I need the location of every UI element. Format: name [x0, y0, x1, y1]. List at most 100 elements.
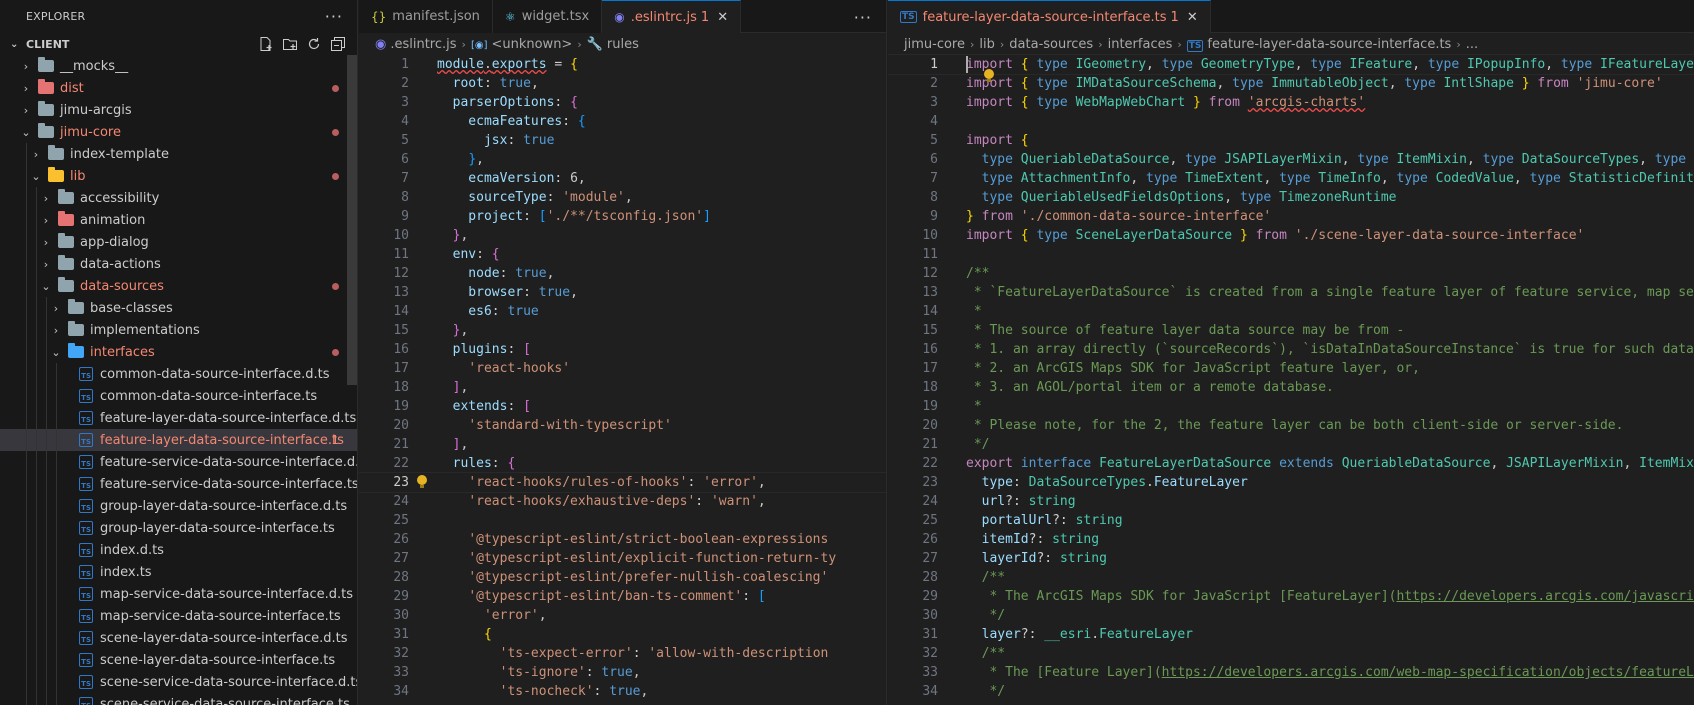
- line-number: 12: [922, 266, 938, 281]
- chevron-down-icon[interactable]: ⌄: [18, 126, 34, 139]
- tab--eslintrc-js[interactable]: ◉ .eslintrc.js 1 ✕: [602, 0, 742, 33]
- explorer-sidebar: EXPLORER ··· ⌄ CLIENT › __mocks__ › dist › ji…: [0, 0, 358, 705]
- new-file-icon[interactable]: [257, 35, 275, 53]
- gutter: [938, 302, 966, 321]
- lightbulb-icon[interactable]: [984, 69, 994, 83]
- tree-folder-item[interactable]: ⌄ lib: [0, 165, 357, 187]
- code-editor-left[interactable]: 1 module.exports = {2 root: true, 3 parser…: [359, 55, 886, 705]
- code-line: 1 module.exports = {: [359, 55, 886, 74]
- breadcrumb-item[interactable]: TS feature-layer-data-source-interface.ts: [1186, 37, 1451, 52]
- tree-file-item[interactable]: TS index.ts: [0, 561, 357, 583]
- code-token: {: [1020, 57, 1029, 72]
- breadcrumb-item[interactable]: ...: [1466, 37, 1478, 52]
- tree-file-item[interactable]: TS index.d.ts: [0, 539, 357, 561]
- breadcrumb-item[interactable]: interfaces: [1108, 37, 1173, 52]
- tab-widget-tsx[interactable]: ⚛ widget.tsx: [492, 0, 603, 33]
- tree-file-item[interactable]: TS common-data-source-interface.ts: [0, 385, 357, 407]
- code-token: layerId: [966, 551, 1037, 566]
- code-line: 14 es6: true: [359, 302, 886, 321]
- breadcrumb-item[interactable]: ◉ .eslintrc.js: [375, 37, 457, 52]
- tree-file-item[interactable]: TS map-service-data-source-interface.ts: [0, 605, 357, 627]
- tree-folder-item[interactable]: ⌄ jimu-core: [0, 121, 357, 143]
- breadcrumb-item[interactable]: lib: [979, 37, 994, 52]
- code-text: rules: {: [437, 454, 516, 473]
- tree-file-item[interactable]: TS scene-service-data-source-interface.ts: [0, 693, 357, 705]
- collapse-all-icon[interactable]: [329, 35, 347, 53]
- chevron-right-icon[interactable]: ›: [18, 82, 34, 95]
- chevron-right-icon[interactable]: ›: [48, 324, 64, 337]
- chevron-down-icon[interactable]: ⌄: [28, 170, 44, 183]
- code-token: type: [1036, 57, 1068, 72]
- code-editor-right[interactable]: 1 import { type IGeometry, type GeometryT…: [888, 54, 1694, 705]
- tree-file-item[interactable]: TS feature-service-data-source-interface.…: [0, 473, 357, 495]
- breadcrumb-item[interactable]: jimu-core: [904, 37, 965, 52]
- code-text: module.exports = {: [437, 55, 578, 74]
- tree-file-item[interactable]: TS scene-service-data-source-interface.d.…: [0, 671, 357, 693]
- chevron-right-icon[interactable]: ›: [38, 236, 54, 249]
- close-icon[interactable]: ✕: [717, 10, 728, 25]
- chevron-right-icon[interactable]: ›: [28, 148, 44, 161]
- tree-folder-item[interactable]: › base-classes: [0, 297, 357, 319]
- line-number: 25: [922, 513, 938, 528]
- gutter: [409, 245, 437, 264]
- code-line: 25 portalUrl?: string: [888, 511, 1694, 530]
- folder-icon: [68, 343, 84, 359]
- code-token: es6: [437, 304, 492, 319]
- tree-folder-item[interactable]: › dist: [0, 77, 357, 99]
- tree-folder-item[interactable]: › __mocks__: [0, 55, 357, 77]
- breadcrumb-item[interactable]: 🔧 rules: [587, 37, 639, 52]
- tree-file-item[interactable]: TS group-layer-data-source-interface.d.ts: [0, 495, 357, 517]
- tree-file-item[interactable]: TS group-layer-data-source-interface.ts: [0, 517, 357, 539]
- chevron-right-icon[interactable]: ›: [38, 214, 54, 227]
- gutter: [409, 625, 437, 644]
- chevron-down-icon[interactable]: ⌄: [38, 280, 54, 293]
- tree-folder-item[interactable]: › app-dialog: [0, 231, 357, 253]
- chevron-right-icon[interactable]: ›: [18, 104, 34, 117]
- tree-file-item[interactable]: TS feature-layer-data-source-interface.d.…: [0, 407, 357, 429]
- tree-folder-item[interactable]: › accessibility: [0, 187, 357, 209]
- tree-folder-item[interactable]: › data-actions: [0, 253, 357, 275]
- lightbulb-icon[interactable]: [417, 475, 427, 489]
- line-number: 7: [930, 171, 938, 186]
- tree-folder-item[interactable]: › jimu-arcgis: [0, 99, 357, 121]
- tree-file-item[interactable]: TS map-service-data-source-interface.d.ts: [0, 583, 357, 605]
- chevron-right-icon[interactable]: ›: [38, 258, 54, 271]
- tree-file-item[interactable]: TS feature-layer-data-source-interface.ts…: [0, 429, 357, 451]
- tree-file-item[interactable]: TS scene-layer-data-source-interface.d.ts: [0, 627, 357, 649]
- editor-more-icon[interactable]: ···: [854, 8, 872, 27]
- code-token: ,: [1263, 171, 1280, 186]
- tree-file-item[interactable]: TS feature-service-data-source-interface.…: [0, 451, 357, 473]
- new-folder-icon[interactable]: [281, 35, 299, 53]
- tree-folder-item[interactable]: › index-template: [0, 143, 357, 165]
- explorer-more-icon[interactable]: ···: [325, 7, 343, 26]
- tab-manifest-json[interactable]: {} manifest.json: [359, 0, 493, 33]
- breadcrumb-item[interactable]: data-sources: [1009, 37, 1093, 52]
- indent-guide: [36, 517, 37, 539]
- chevron-right-icon[interactable]: ›: [38, 192, 54, 205]
- code-token: string: [1075, 513, 1123, 528]
- code-line: 18 ],: [359, 378, 886, 397]
- tab-feature-layer-data-source-interface-ts[interactable]: TS feature-layer-data-source-interface.ts…: [888, 0, 1211, 33]
- tree-file-item[interactable]: TS common-data-source-interface.d.ts: [0, 363, 357, 385]
- tree-file-item[interactable]: TS scene-layer-data-source-interface.ts: [0, 649, 357, 671]
- sidebar-scrollbar[interactable]: [347, 55, 357, 385]
- workspace-section-header[interactable]: ⌄ CLIENT: [0, 33, 357, 55]
- refresh-icon[interactable]: [305, 35, 323, 53]
- close-icon[interactable]: ✕: [1187, 10, 1198, 25]
- breadcrumb-item[interactable]: [◉] <unknown>: [471, 37, 572, 52]
- chevron-right-icon[interactable]: ›: [18, 60, 34, 73]
- code-token: * The [Feature Layer](: [966, 665, 1162, 680]
- tree-folder-item[interactable]: ⌄ interfaces: [0, 341, 357, 363]
- indent-guide: [56, 671, 57, 693]
- chevron-down-icon[interactable]: ⌄: [48, 346, 64, 359]
- tab-label: .eslintrc.js: [630, 9, 697, 25]
- ts-badge: TS: [79, 477, 93, 491]
- folder-icon: [38, 101, 54, 117]
- chevron-right-icon[interactable]: ›: [48, 302, 64, 315]
- tree-folder-item[interactable]: › implementations: [0, 319, 357, 341]
- tree-folder-item[interactable]: ⌄ data-sources: [0, 275, 357, 297]
- tree-item-label: scene-layer-data-source-interface.d.ts: [100, 630, 348, 646]
- tree-folder-item[interactable]: › animation: [0, 209, 357, 231]
- code-text: *: [966, 397, 982, 416]
